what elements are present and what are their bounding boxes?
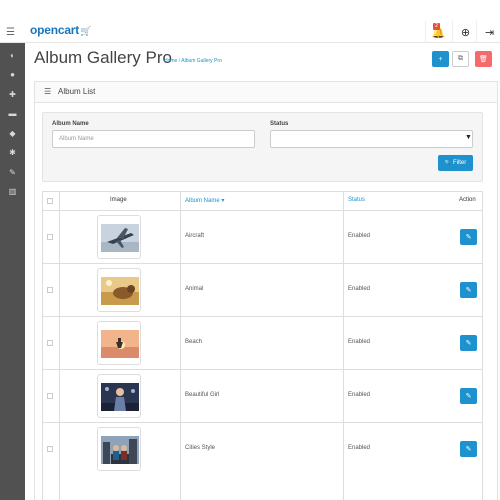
album-thumbnail[interactable] xyxy=(97,426,141,471)
logout-icon[interactable]: ⇥ xyxy=(476,21,500,43)
search-icon: 🔍 xyxy=(444,160,451,166)
add-new-button[interactable]: + xyxy=(432,51,449,67)
row-checkbox[interactable] xyxy=(47,339,53,346)
sidebar-reports-icon[interactable]: ▥ xyxy=(0,183,25,201)
status-cell: Enabled xyxy=(348,232,371,239)
page-title: Album Gallery Pro xyxy=(34,48,172,67)
sidebar-catalog-icon[interactable]: ● xyxy=(0,66,25,84)
album-name-label: Album Name xyxy=(52,121,89,127)
row-divider xyxy=(42,263,483,264)
row-divider xyxy=(42,422,483,423)
column-divider xyxy=(343,191,344,500)
album-name-input[interactable]: Album Name xyxy=(52,130,255,148)
edit-button[interactable]: ✎ xyxy=(460,281,477,298)
select-arrow-icon: ▼ xyxy=(465,134,472,141)
sidebar-sales-icon[interactable]: ▬ xyxy=(0,105,25,123)
album-thumbnail[interactable] xyxy=(97,214,141,259)
delete-button[interactable]: 🗑 xyxy=(475,51,492,67)
select-all-checkbox[interactable] xyxy=(47,198,53,204)
panel-title: Album List xyxy=(58,87,96,96)
header-row-divider xyxy=(42,210,483,211)
logo-text: opencart xyxy=(30,23,80,37)
status-cell: Enabled xyxy=(348,444,371,451)
status-select[interactable] xyxy=(270,130,473,148)
breadcrumb-separator: / xyxy=(178,58,181,64)
edit-button[interactable]: ✎ xyxy=(460,440,477,457)
album-thumbnail[interactable] xyxy=(97,373,141,418)
status-cell: Enabled xyxy=(348,338,371,345)
sidebar-extensions-icon[interactable]: ✚ xyxy=(0,85,25,103)
column-header-action: Action xyxy=(459,197,476,203)
filter-button-label: Filter xyxy=(452,160,467,166)
help-lifebuoy-icon[interactable]: ⊕ xyxy=(452,21,478,43)
menu-toggle-icon[interactable]: ☰ xyxy=(6,27,15,38)
filter-button[interactable]: 🔍 Filter xyxy=(438,155,473,171)
sidebar-system-icon[interactable]: ✱ xyxy=(0,144,25,162)
pencil-icon: ✎ xyxy=(465,392,472,400)
copy-icon: ⧉ xyxy=(458,55,463,62)
album-name-cell: Beautiful Girl xyxy=(185,391,220,398)
breadcrumb-current-link[interactable]: Album Gallery Pro xyxy=(181,58,222,64)
column-divider xyxy=(180,191,181,500)
sidebar-tools-icon[interactable]: ✎ xyxy=(0,163,25,181)
breadcrumb: Home / Album Gallery Pro xyxy=(164,58,222,64)
list-icon: ☰ xyxy=(44,87,52,96)
sidebar-dashboard-icon[interactable]: ◐ xyxy=(0,46,25,64)
album-name-header-label: Album Name xyxy=(185,198,220,204)
row-checkbox[interactable] xyxy=(47,392,53,399)
copy-button[interactable]: ⧉ xyxy=(452,51,469,67)
column-header-image: Image xyxy=(110,197,127,203)
plus-icon: + xyxy=(438,55,443,63)
row-divider xyxy=(42,316,483,317)
album-name-cell: Cities Style xyxy=(185,444,216,451)
status-cell: Enabled xyxy=(348,391,371,398)
pencil-icon: ✎ xyxy=(465,339,472,347)
sidebar-marketing-icon[interactable]: ◆ xyxy=(0,124,25,142)
row-checkbox[interactable] xyxy=(47,233,53,240)
row-checkbox[interactable] xyxy=(47,286,53,293)
edit-button[interactable]: ✎ xyxy=(460,228,477,245)
sort-indicator-icon: ▾ xyxy=(221,198,225,204)
cart-icon: 🛒 xyxy=(80,26,92,36)
column-header-status[interactable]: Status xyxy=(348,197,365,203)
album-thumbnail[interactable] xyxy=(97,267,141,312)
album-name-cell: Beach xyxy=(185,338,203,345)
edit-button[interactable]: ✎ xyxy=(460,387,477,404)
trash-icon: 🗑 xyxy=(479,56,488,63)
pencil-icon: ✎ xyxy=(465,445,472,453)
panel-heading xyxy=(34,81,498,103)
notification-count-badge: 2 xyxy=(433,23,440,30)
breadcrumb-home-link[interactable]: Home xyxy=(164,58,177,64)
column-header-album-name[interactable]: Album Name ▾ xyxy=(185,197,224,204)
status-label: Status xyxy=(270,121,289,127)
album-name-cell: Aircraft xyxy=(185,232,205,239)
album-name-cell: Animal xyxy=(185,285,204,292)
edit-button[interactable]: ✎ xyxy=(460,334,477,351)
opencart-logo[interactable]: opencart🛒 xyxy=(30,23,91,37)
pencil-icon: ✎ xyxy=(465,233,472,241)
pencil-icon: ✎ xyxy=(465,286,472,294)
row-checkbox[interactable] xyxy=(47,445,53,452)
status-cell: Enabled xyxy=(348,285,371,292)
column-divider xyxy=(59,191,60,500)
row-divider xyxy=(42,369,483,370)
album-thumbnail[interactable] xyxy=(97,320,141,365)
